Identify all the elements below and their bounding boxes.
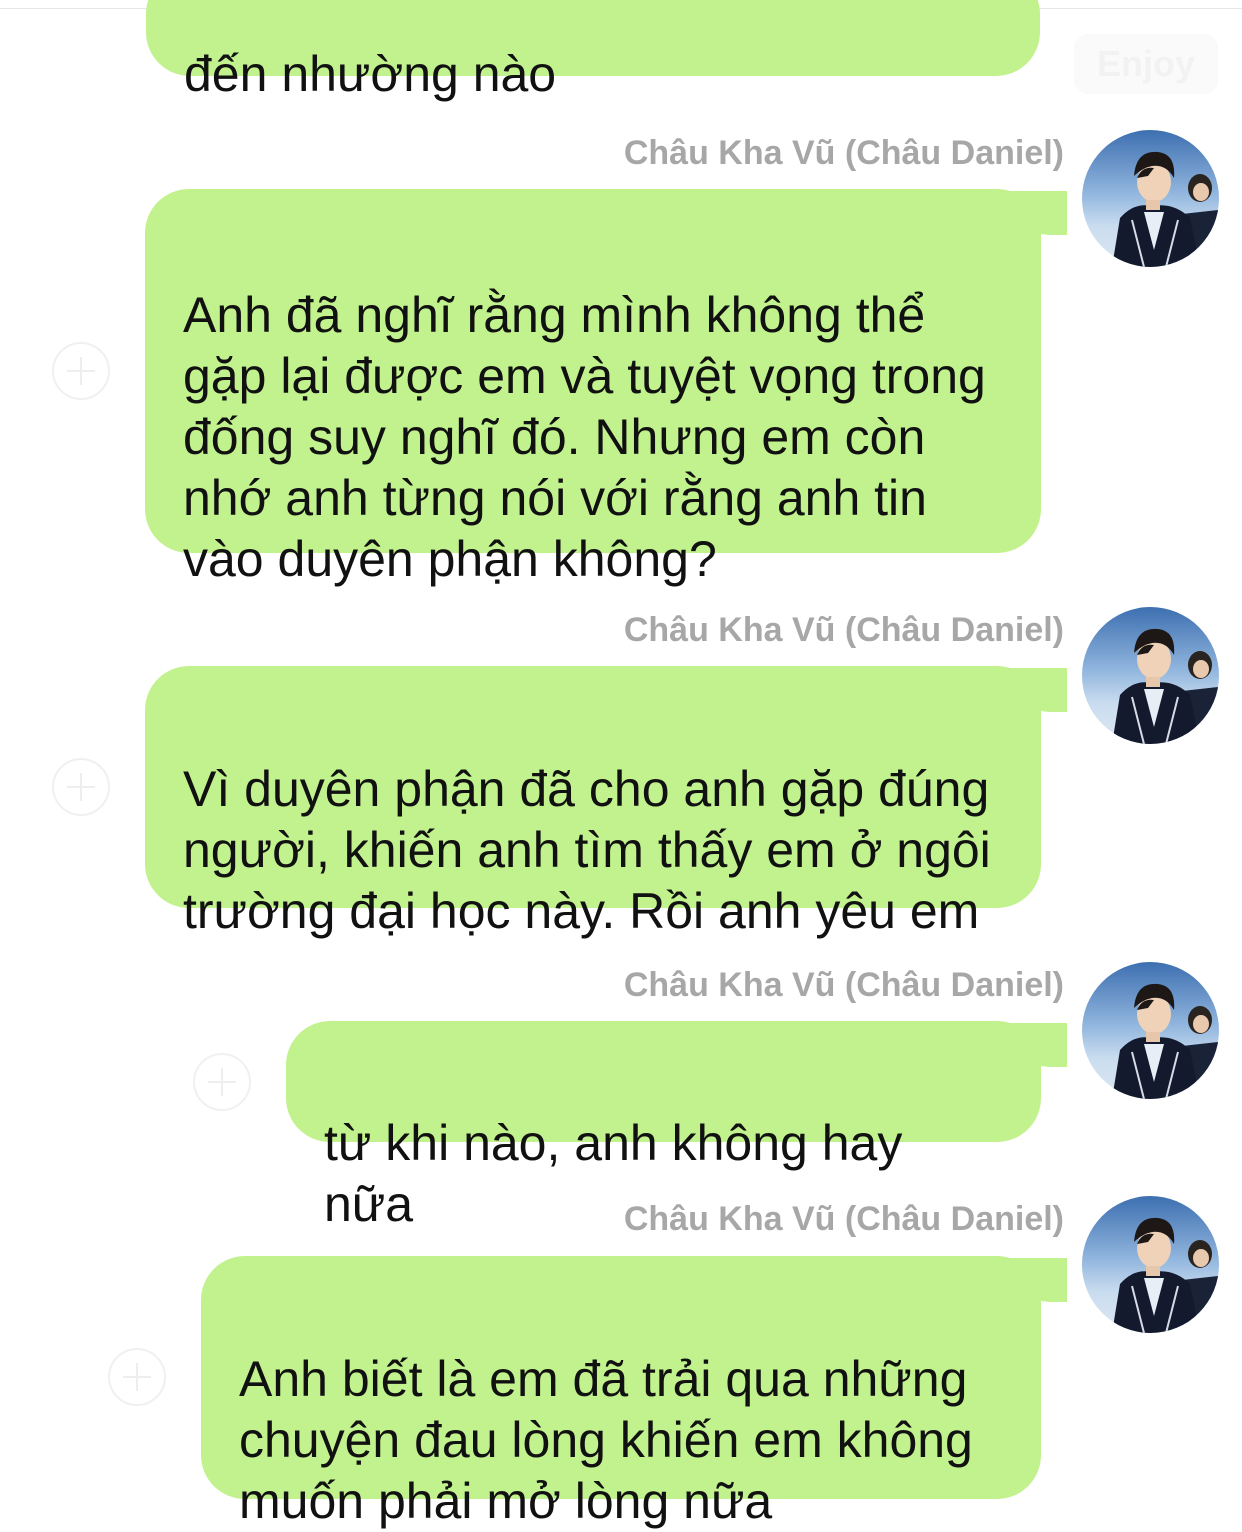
message-text: Vì duyên phận đã cho anh gặp đúng người,… (183, 761, 991, 939)
add-reaction-icon[interactable] (52, 342, 110, 400)
message-bubble[interactable]: Anh biết là em đã trải qua những chuyện … (201, 1256, 1067, 1529)
message-bubble[interactable]: Anh đã nghĩ rằng mình không thể gặp lại … (145, 189, 1067, 587)
message-text: Anh đã nghĩ rằng mình không thể gặp lại … (183, 287, 986, 587)
message-bubble[interactable]: từ khi nào, anh không hay nữa (286, 1021, 1067, 1232)
avatar-photo-icon (1082, 130, 1219, 267)
avatar-photo-icon (1082, 607, 1219, 744)
sender-name: Châu Kha Vũ (Châu Daniel) (623, 1200, 1064, 1238)
avatar[interactable] (1082, 962, 1219, 1099)
avatar[interactable] (1082, 130, 1219, 267)
avatar[interactable] (1082, 607, 1219, 744)
message-bubble[interactable]: Vì duyên phận đã cho anh gặp đúng người,… (145, 666, 1067, 939)
avatar[interactable] (1082, 1196, 1219, 1333)
message-text: Anh biết là em đã trải qua những chuyện … (239, 1351, 973, 1529)
sender-name: Châu Kha Vũ (Châu Daniel) (623, 966, 1064, 1004)
watermark-logo: Enjoy (1074, 34, 1218, 94)
add-reaction-icon[interactable] (108, 1348, 166, 1406)
add-reaction-icon[interactable] (193, 1053, 251, 1111)
message-text: đến nhường nào (184, 46, 557, 102)
add-reaction-icon[interactable] (52, 758, 110, 816)
avatar-photo-icon (1082, 962, 1219, 1099)
message-bubble[interactable]: đến nhường nào (146, 0, 1040, 102)
avatar-photo-icon (1082, 1196, 1219, 1333)
sender-name: Châu Kha Vũ (Châu Daniel) (623, 134, 1064, 172)
sender-name: Châu Kha Vũ (Châu Daniel) (623, 611, 1064, 649)
